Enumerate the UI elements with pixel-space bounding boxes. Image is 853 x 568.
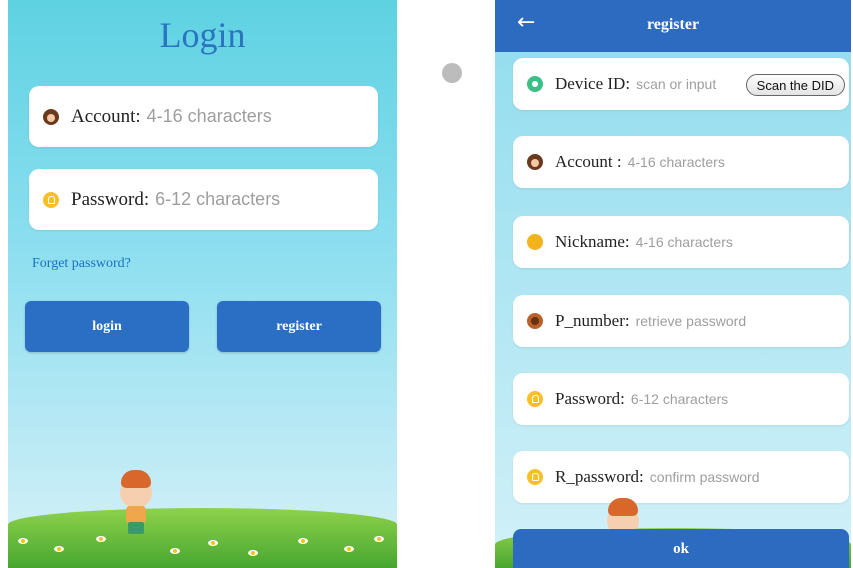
nickname-field[interactable]: Nickname: 4-16 characters bbox=[513, 216, 849, 268]
reg-password-label: Password: bbox=[555, 389, 625, 408]
password-input[interactable]: 6-12 characters bbox=[155, 189, 280, 210]
device-id-label: Device ID: bbox=[555, 74, 631, 93]
nickname-label: Nickname: bbox=[555, 232, 630, 251]
reg-password-field[interactable]: Password: 6-12 characters bbox=[513, 373, 849, 425]
login-screen: Login Account: 4-16 characters Password:… bbox=[8, 0, 397, 568]
cartoon-kid-mascot bbox=[120, 470, 152, 536]
location-icon bbox=[527, 76, 543, 92]
device-id-field[interactable]: Device ID: scan or input Scan the DID bbox=[513, 58, 849, 110]
account-label: Account: bbox=[71, 105, 141, 127]
avatar-icon bbox=[527, 154, 543, 170]
flower-icon bbox=[96, 536, 106, 542]
phone-icon bbox=[527, 313, 543, 329]
register-header: ← register bbox=[495, 0, 851, 52]
flower-icon bbox=[374, 536, 384, 542]
watermark-mark bbox=[442, 63, 462, 83]
nickname-icon bbox=[527, 234, 543, 250]
register-button[interactable]: register bbox=[217, 301, 381, 352]
phone-number-input[interactable]: retrieve password bbox=[636, 313, 747, 329]
password-label: Password: bbox=[71, 188, 150, 210]
scan-did-button[interactable]: Scan the DID bbox=[745, 74, 845, 96]
flower-icon bbox=[54, 546, 64, 552]
password-field[interactable]: Password: 6-12 characters bbox=[29, 169, 378, 230]
reg-account-field[interactable]: Account : 4-16 characters bbox=[513, 136, 849, 188]
register-screen: ← register Device ID: scan or input Scan… bbox=[495, 0, 851, 568]
ok-button[interactable]: ok bbox=[513, 529, 849, 568]
flower-icon bbox=[248, 550, 258, 556]
flower-icon bbox=[344, 546, 354, 552]
flower-icon bbox=[170, 548, 180, 554]
confirm-password-field[interactable]: R_password: confirm password bbox=[513, 451, 849, 503]
register-title: register bbox=[646, 16, 700, 33]
login-title: Login bbox=[159, 15, 246, 55]
nickname-input[interactable]: 4-16 characters bbox=[636, 234, 733, 250]
account-field[interactable]: Account: 4-16 characters bbox=[29, 86, 378, 147]
device-id-input[interactable]: scan or input bbox=[636, 76, 716, 92]
flower-icon bbox=[208, 540, 218, 546]
forget-password-link[interactable]: Forget password? bbox=[32, 256, 131, 272]
reg-password-input[interactable]: 6-12 characters bbox=[631, 391, 728, 407]
confirm-password-label: R_password: bbox=[555, 467, 644, 486]
phone-number-label: P_number: bbox=[555, 311, 630, 330]
phone-number-field[interactable]: P_number: retrieve password bbox=[513, 295, 849, 347]
flower-icon bbox=[298, 538, 308, 544]
reg-account-input[interactable]: 4-16 characters bbox=[628, 154, 725, 170]
reg-account-label: Account : bbox=[555, 152, 622, 171]
grass-decoration bbox=[8, 508, 397, 568]
lock-icon bbox=[527, 469, 543, 485]
flower-icon bbox=[18, 538, 28, 544]
lock-icon bbox=[527, 391, 543, 407]
login-button[interactable]: login bbox=[25, 301, 189, 352]
account-input[interactable]: 4-16 characters bbox=[147, 106, 272, 127]
confirm-password-input[interactable]: confirm password bbox=[650, 469, 760, 485]
lock-icon bbox=[43, 191, 59, 208]
avatar-icon bbox=[43, 108, 59, 125]
